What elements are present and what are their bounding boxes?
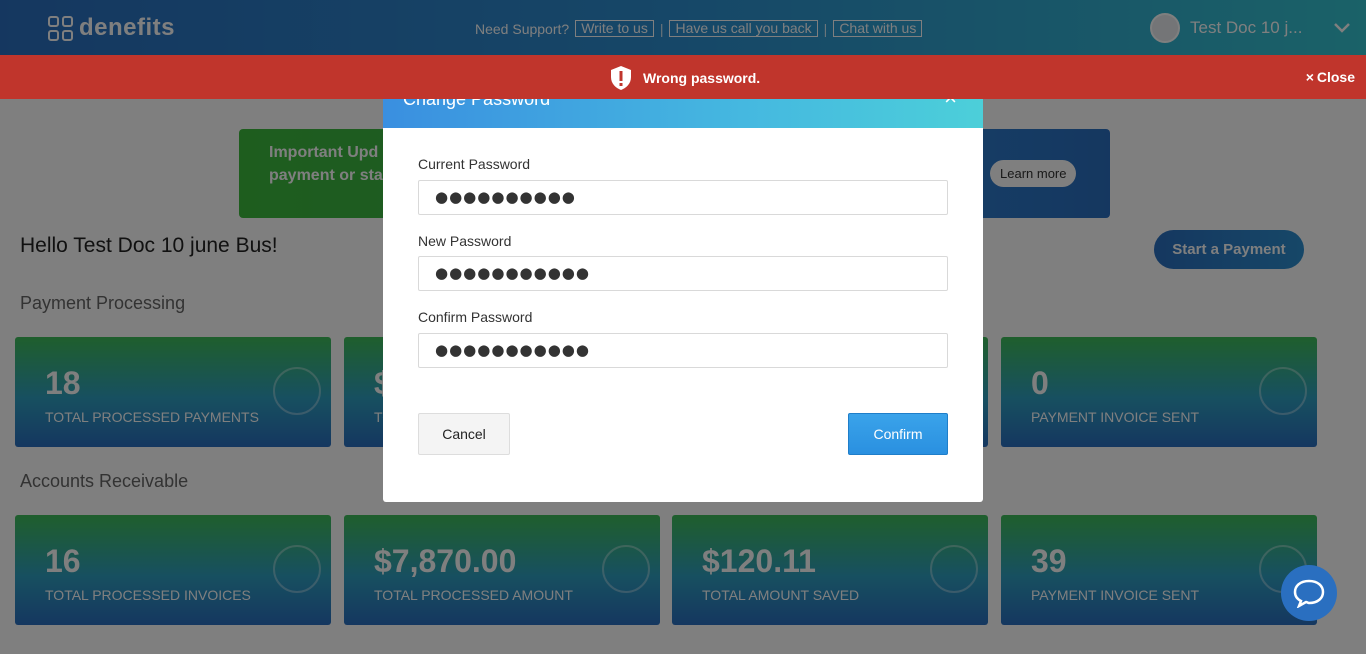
error-banner: Wrong password. × Close	[0, 55, 1366, 99]
banner-close-label: Close	[1316, 69, 1355, 85]
cancel-button[interactable]: Cancel	[418, 413, 510, 455]
confirm-password-input[interactable]: ●●●●●●●●●●●	[418, 333, 948, 368]
confirm-password-label: Confirm Password	[418, 309, 533, 325]
change-password-modal: Change Password × Current Password ●●●●●…	[383, 71, 983, 502]
chat-bubble-icon	[1293, 579, 1325, 608]
error-message: Wrong password.	[643, 70, 761, 86]
error-message-group: Wrong password.	[609, 65, 760, 91]
current-password-label: Current Password	[418, 156, 531, 172]
confirm-button[interactable]: Confirm	[848, 413, 948, 455]
new-password-label: New Password	[418, 233, 512, 249]
current-password-input[interactable]: ●●●●●●●●●●	[418, 180, 948, 215]
close-icon: ×	[1305, 69, 1314, 85]
shield-alert-icon	[611, 66, 631, 90]
banner-close-button[interactable]: × Close	[1306, 69, 1355, 85]
new-password-input[interactable]: ●●●●●●●●●●●	[418, 256, 948, 291]
chat-button[interactable]	[1281, 565, 1337, 621]
